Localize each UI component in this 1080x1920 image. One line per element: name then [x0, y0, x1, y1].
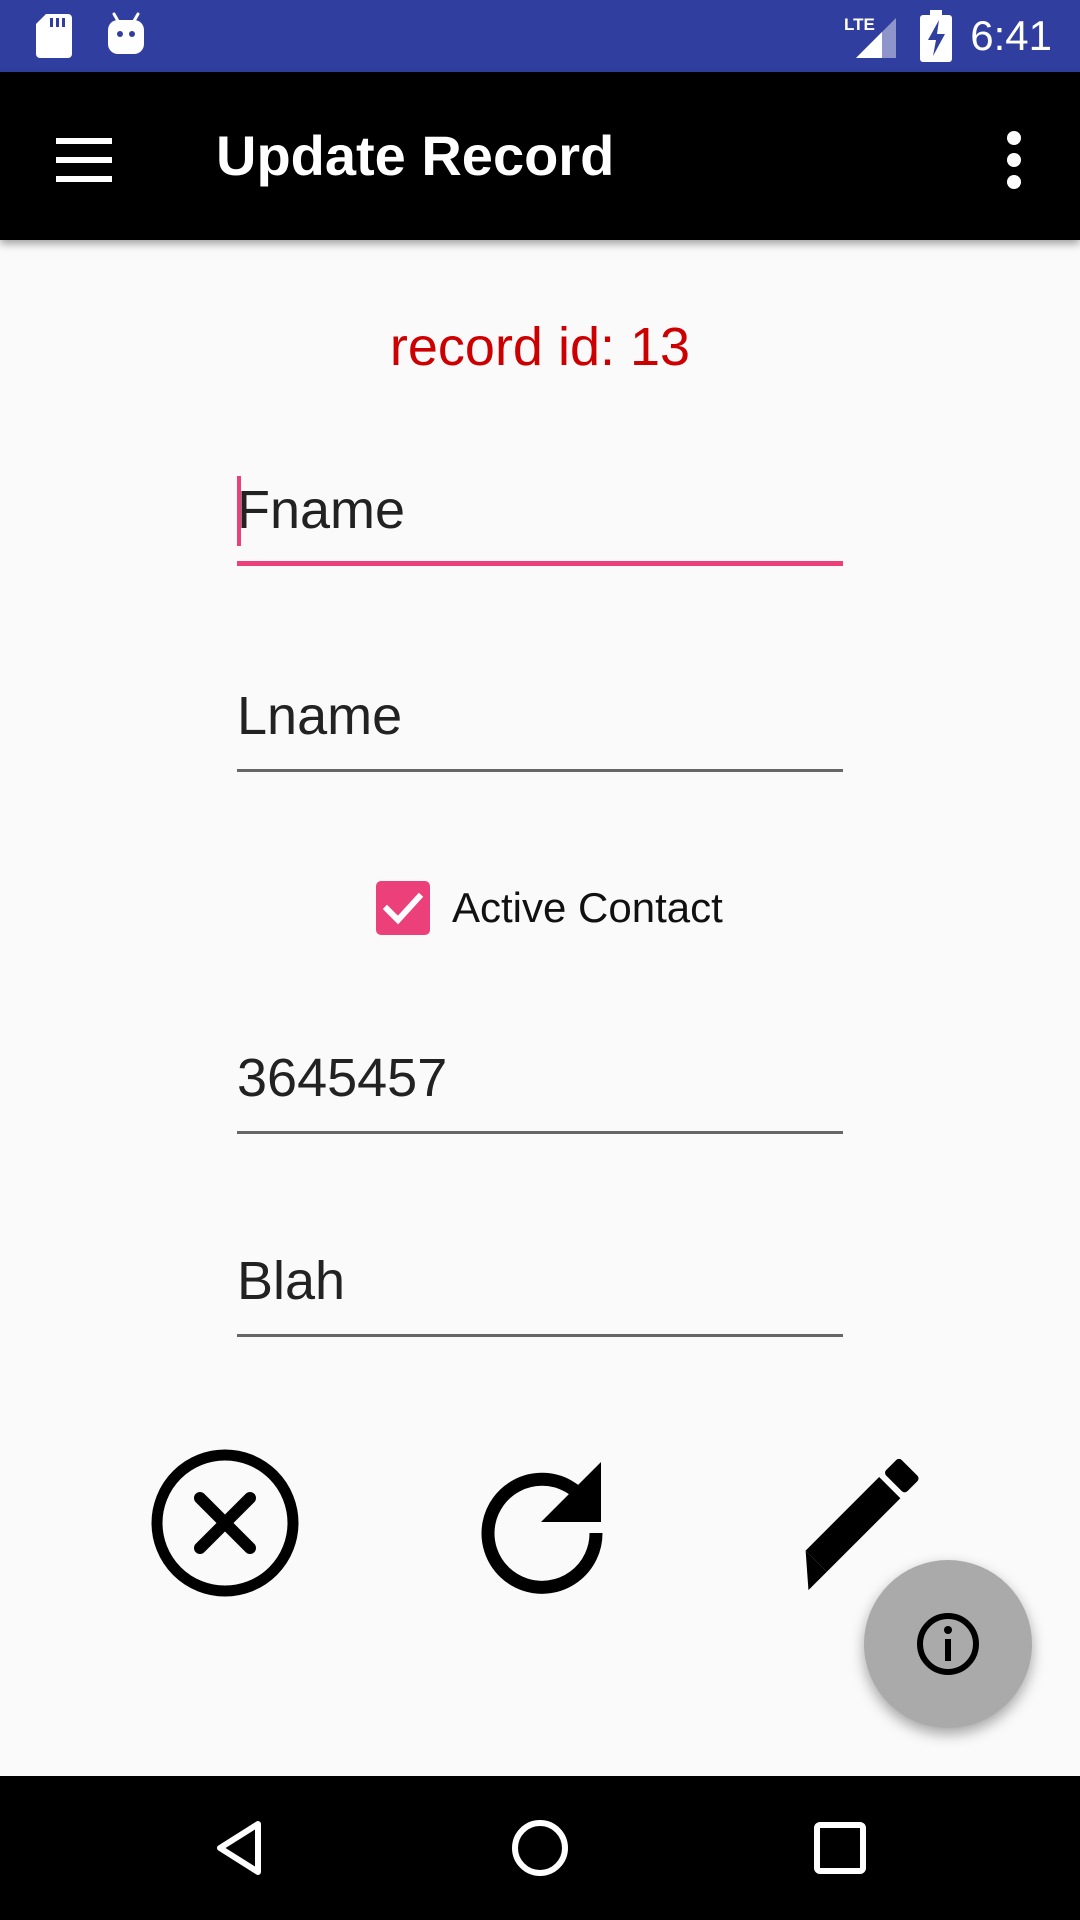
info-fab[interactable]	[864, 1560, 1032, 1728]
last-name-input[interactable]	[237, 676, 843, 756]
phone-input[interactable]	[237, 1038, 843, 1118]
back-icon[interactable]	[206, 1814, 274, 1882]
notes-underline	[237, 1334, 843, 1337]
sd-card-icon	[36, 14, 72, 58]
active-contact-checkbox[interactable]	[376, 881, 430, 935]
refresh-icon[interactable]	[456, 1438, 626, 1608]
phone-underline	[237, 1131, 843, 1134]
cancel-icon[interactable]	[140, 1438, 310, 1608]
status-bar: LTE 6:41	[0, 0, 1080, 72]
status-time: 6:41	[970, 12, 1052, 59]
menu-icon[interactable]	[40, 116, 128, 204]
first-name-underline	[237, 561, 843, 566]
battery-charging-icon	[920, 10, 952, 62]
svg-text:LTE: LTE	[844, 15, 875, 34]
last-name-underline	[237, 769, 843, 772]
navigation-bar	[0, 1776, 1080, 1920]
phone-field[interactable]	[237, 1038, 843, 1134]
active-contact-label: Active Contact	[452, 884, 723, 931]
last-name-field[interactable]	[237, 676, 843, 772]
recents-icon[interactable]	[806, 1814, 874, 1882]
notes-field[interactable]	[237, 1241, 843, 1337]
first-name-input[interactable]	[237, 470, 843, 550]
lte-signal-icon: LTE	[844, 15, 896, 58]
first-name-field[interactable]	[237, 470, 843, 566]
home-icon[interactable]	[506, 1814, 574, 1882]
page-title: Update Record	[216, 124, 615, 187]
check-icon	[382, 892, 424, 925]
more-vert-icon[interactable]	[980, 116, 1052, 204]
app-bar: Update Record	[0, 72, 1080, 240]
record-id-label: record id: 13	[389, 317, 691, 377]
notes-input[interactable]	[237, 1241, 843, 1321]
info-icon	[917, 1613, 979, 1675]
android-debug-icon	[108, 12, 144, 54]
